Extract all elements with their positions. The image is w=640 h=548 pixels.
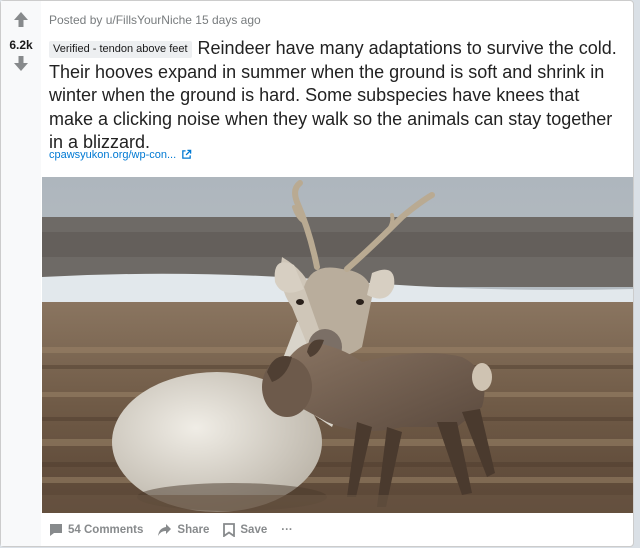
post-link-text[interactable]: cpawsyukon.org/wp-con... [49, 149, 176, 161]
comments-label: 54 Comments [68, 524, 144, 536]
vote-column: 6.2k [1, 1, 41, 546]
share-icon [158, 524, 172, 536]
more-options-button[interactable]: ··· [281, 524, 293, 536]
post-link[interactable]: cpawsyukon.org/wp-con... [49, 149, 192, 161]
post-title-block[interactable]: Verified - tendon above feet Reindeer hav… [49, 37, 619, 155]
reindeer-photo [42, 177, 633, 513]
post-actions: 54 Comments Share Save ··· [49, 520, 307, 540]
downvote-icon[interactable] [12, 54, 30, 72]
share-label: Share [177, 524, 210, 536]
upvote-icon[interactable] [12, 11, 30, 29]
save-icon [223, 523, 236, 537]
comments-button[interactable]: 54 Comments [49, 523, 143, 537]
post-image[interactable] [42, 177, 633, 513]
post-meta[interactable]: Posted by u/FillsYourNiche 15 days ago [49, 13, 261, 27]
comment-icon [50, 524, 62, 536]
more-icon: ··· [281, 524, 293, 536]
external-link-icon[interactable] [181, 149, 192, 160]
vote-score: 6.2k [9, 38, 33, 52]
save-button[interactable]: Save [223, 523, 267, 537]
post-card[interactable]: 6.2k Posted by u/FillsYourNiche 15 days … [0, 0, 634, 547]
post-flair[interactable]: Verified - tendon above feet [49, 41, 192, 58]
share-button[interactable]: Share [157, 523, 209, 537]
save-label: Save [240, 524, 268, 536]
